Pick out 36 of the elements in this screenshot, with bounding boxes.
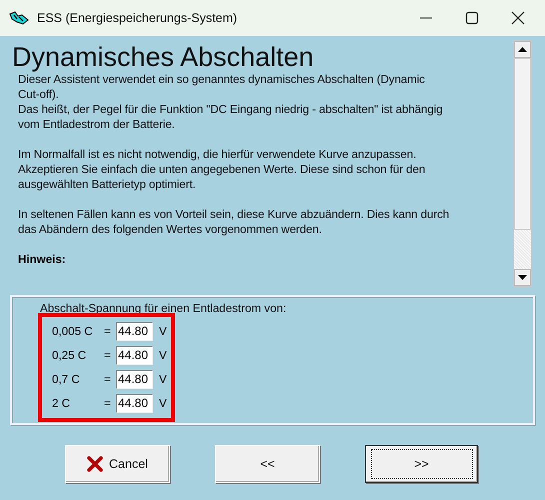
maximize-icon[interactable] xyxy=(465,11,479,25)
app-icon xyxy=(9,11,29,25)
cancel-button[interactable]: Cancel xyxy=(65,445,170,483)
unit-label: V xyxy=(159,348,167,362)
scroll-up-button[interactable] xyxy=(514,41,531,58)
unit-label: V xyxy=(159,396,167,410)
equals-sign: = xyxy=(104,348,112,362)
voltage-field[interactable]: 44.80 xyxy=(116,370,153,388)
voltage-field[interactable]: 44.80 xyxy=(116,346,153,364)
equals-sign: = xyxy=(104,372,112,386)
current-label: 0,25 C xyxy=(52,348,88,362)
current-label: 2 C xyxy=(52,396,72,410)
group-label: Abschalt-Spannung für einen Entladestrom von: xyxy=(40,302,288,315)
paragraph: Im Normalfall ist es nicht notwendig, die hierfür verwendete Kurve anzupassen. Akzeptieren Sie einfach die unten angegebenen Werte. Diese sind schon für den ausgewählten Batterietyp optimiert. xyxy=(18,147,426,192)
scroll-down-button[interactable] xyxy=(514,269,531,286)
window-title: ESS (Energiespeicherungs-System) xyxy=(37,11,238,25)
next-button[interactable]: >> xyxy=(365,445,478,483)
scroll-thumb[interactable] xyxy=(514,58,531,230)
close-icon[interactable] xyxy=(511,11,525,25)
down-arrow-icon xyxy=(518,275,527,280)
current-label: 0,7 C xyxy=(52,372,81,386)
current-label: 0,005 C xyxy=(52,324,94,338)
paragraph: In seltenen Fällen kann es von Vorteil sein, diese Kurve abzuändern. Dies kann durch das Abändern des folgenden Wertes vorgenommen werden. xyxy=(18,207,450,237)
equals-sign: = xyxy=(104,396,112,410)
up-arrow-icon xyxy=(518,47,527,52)
unit-label: V xyxy=(159,372,167,386)
voltage-field[interactable]: 44.80 xyxy=(116,394,153,412)
x-icon xyxy=(87,456,104,472)
paragraph: Dieser Assistent verwendet ein so genanntes dynamisches Abschalten (Dynamic Cut-off). Das heißt, der Pegel für die Funktion "DC Eingang niedrig - abschalten" ist abhängig vom Entladestrom der Batterie. xyxy=(18,72,444,132)
page-heading: Dynamisches Abschalten xyxy=(12,42,315,72)
scrollbar[interactable] xyxy=(513,40,532,287)
back-button[interactable]: << xyxy=(215,445,320,483)
unit-label: V xyxy=(159,324,167,338)
equals-sign: = xyxy=(104,324,112,338)
note-heading: Hinweis: xyxy=(18,252,67,267)
voltage-field[interactable]: 44.80 xyxy=(116,322,153,340)
